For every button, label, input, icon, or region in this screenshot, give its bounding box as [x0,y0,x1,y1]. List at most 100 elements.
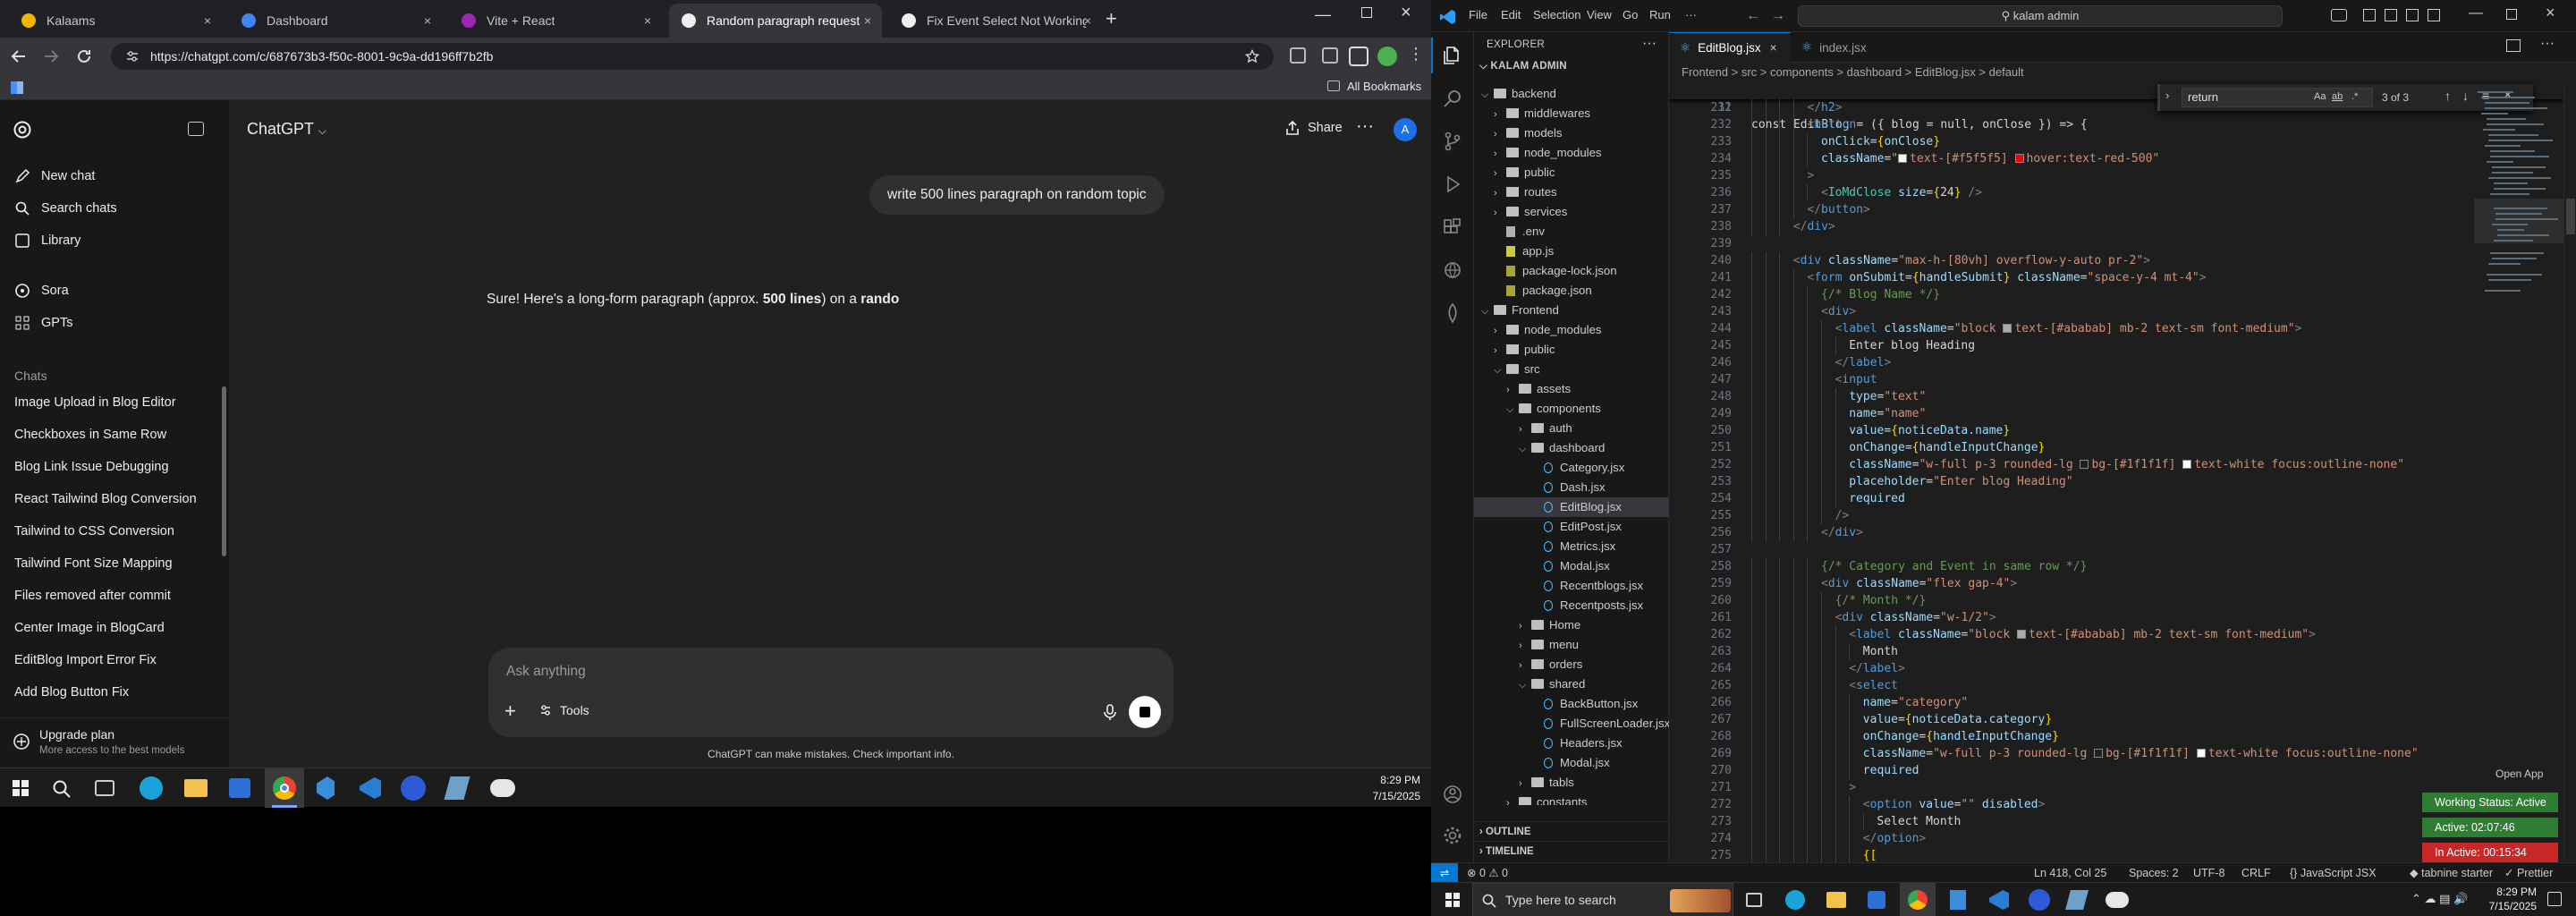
explorer-folder[interactable]: ⌵ Frontend [1474,301,1669,320]
address-bar[interactable]: https://chatgpt.com/c/687673b3-f50c-8001… [111,43,1274,70]
edge-icon[interactable] [1785,890,1805,910]
command-center-search[interactable]: ⚲ kalam admin [1798,5,2283,27]
code-line[interactable]: 271 > [1669,779,2474,796]
new-tab-button[interactable]: + [1106,7,1117,30]
copilot-icon[interactable] [2331,9,2347,21]
new-chat-button[interactable]: New chat [14,168,95,184]
code-line[interactable]: 251 onChange={handleInputChange} [1669,439,2474,456]
explorer-file[interactable]: app.js [1474,242,1669,261]
code-line[interactable]: 258 {/* Category and Event in same row */… [1669,558,2474,575]
explorer-folder[interactable]: ⌵ src [1474,360,1669,379]
windows-start-icon[interactable] [13,780,29,796]
code-line[interactable]: 248 type="text" [1669,388,2474,405]
explorer-file[interactable]: Recentposts.jsx [1474,596,1669,615]
nav-back-icon[interactable]: ← [1746,8,1760,24]
explorer-file[interactable]: EditBlog.jsx [1474,497,1669,517]
zoom-icon[interactable] [2029,889,2050,911]
site-info-icon[interactable] [125,49,140,64]
code-line[interactable]: 267 value={noticeData.category} [1669,711,2474,728]
explorer-folder[interactable]: › middlewares [1474,104,1669,123]
vscode-icon[interactable] [1989,890,2009,910]
find-input[interactable]: return [2182,88,2373,107]
close-tab-icon[interactable]: × [644,13,651,28]
explorer-folder[interactable]: › models [1474,123,1669,143]
remote-explorer-icon[interactable] [1442,259,1463,281]
code-line[interactable]: 253 placeholder="Enter blog Heading" [1669,473,2474,490]
chat-history-item[interactable]: Checkboxes in Same Row [14,428,166,442]
explorer-file[interactable]: Category.jsx [1474,458,1669,478]
sidebar-scrollbar[interactable] [222,386,226,556]
app-icon[interactable] [2065,890,2089,910]
code-line[interactable]: 274 </option> [1669,830,2474,847]
chat-app-icon[interactable] [2106,892,2129,908]
menu-item[interactable]: Run [1649,8,1685,21]
code-line[interactable]: 239 [1669,235,2474,252]
remote-indicator-icon[interactable]: ⇌ [1431,863,1458,882]
toggle-primary-sidebar-icon[interactable] [2363,9,2376,21]
color-swatch-icon[interactable] [2196,749,2206,758]
code-line[interactable]: 273 Select Month [1669,813,2474,830]
code-line[interactable]: 236 <IoMdClose size={24} /> [1669,184,2474,201]
gpts-button[interactable]: GPTs [14,315,72,331]
conversation-options-icon[interactable]: ··· [1356,116,1374,137]
menu-item[interactable]: ··· [1685,8,1712,21]
chat-app-icon[interactable] [490,779,515,797]
code-line[interactable]: 246 </label> [1669,354,2474,371]
run-debug-icon[interactable] [1442,174,1463,195]
explorer-more-icon[interactable]: ··· [1642,36,1657,52]
maximize-window-button[interactable] [1361,7,1372,18]
menu-item[interactable]: Edit [1501,8,1533,21]
code-line[interactable]: 260 {/* Month */} [1669,592,2474,609]
code-line[interactable]: 266 name="category" [1669,694,2474,711]
prompt-input[interactable]: Ask anything [506,664,586,680]
code-line[interactable]: 244 <label className="block text-[#ababab… [1669,320,2474,337]
toggle-sidebar-icon[interactable] [188,122,204,136]
explorer-file[interactable]: package-lock.json [1474,261,1669,281]
code-line[interactable]: 261 <div className="w-1/2"> [1669,609,2474,626]
task-view-icon[interactable] [95,780,114,796]
app-icon[interactable] [444,776,470,800]
minimize-window-button[interactable]: — [1315,5,1331,24]
share-button[interactable]: Share [1284,120,1343,136]
indentation[interactable]: Spaces: 2 [2129,863,2179,883]
zoom-icon[interactable] [401,776,426,801]
code-line[interactable]: 242 {/* Blog Name */} [1669,286,2474,303]
explorer-folder[interactable]: › constants [1474,793,1669,805]
breadcrumbs[interactable]: Frontend > src > components > dashboard … [1669,63,2576,82]
add-attachment-icon[interactable]: + [504,700,516,723]
edge-icon[interactable] [140,776,163,800]
explorer-file[interactable]: Recentblogs.jsx [1474,576,1669,596]
explorer-folder[interactable]: › Home [1474,615,1669,635]
tab-index[interactable]: ⚛ index.jsx [1791,32,1889,63]
explorer-folder[interactable]: › orders [1474,655,1669,674]
code-line[interactable]: 268 onChange={handleInputChange} [1669,728,2474,745]
all-bookmarks-link[interactable]: All Bookmarks [1347,80,1421,93]
search-icon[interactable] [1442,88,1463,109]
code-line[interactable]: 243 <div> [1669,303,2474,320]
chat-history-item[interactable]: Blog Link Issue Debugging [14,460,169,474]
browser-tab[interactable]: Fix Event Select Not Working × [889,4,1102,38]
vs-close-button[interactable]: × [2546,4,2555,22]
browser-tab[interactable]: Kalaams × [9,4,222,38]
menu-item[interactable]: Selection [1533,8,1587,21]
split-editor-icon[interactable] [2506,39,2521,52]
explorer-folder[interactable]: › assets [1474,379,1669,399]
menu-item[interactable]: File [1469,8,1501,21]
stop-generating-button[interactable] [1129,696,1161,728]
close-tab-icon[interactable]: × [204,13,211,28]
taskbar-search-box[interactable]: Type here to search [1472,883,1733,916]
explorer-folder[interactable]: › auth [1474,419,1669,438]
code-line[interactable]: 234 className=" text-[#f5f5f5] hover:text-… [1669,150,2474,167]
problems-count[interactable]: ⊗ 0 ⚠ 0 [1467,863,1508,883]
next-match-icon[interactable]: ↓ [2462,89,2469,103]
customize-layout-icon[interactable] [2428,9,2440,21]
code-line[interactable]: 237 </button> [1669,201,2474,218]
color-swatch-icon[interactable] [1898,154,1908,163]
color-swatch-icon[interactable] [2014,154,2024,163]
file-explorer-icon[interactable] [1826,892,1846,908]
chat-history-item[interactable]: Tailwind Font Size Mapping [14,556,173,571]
close-window-button[interactable]: × [1401,3,1411,23]
cursor-position[interactable]: Ln 418, Col 25 [2034,863,2106,883]
mongodb-leaf-icon[interactable] [1444,302,1462,324]
close-tab-icon[interactable]: × [1084,13,1091,28]
